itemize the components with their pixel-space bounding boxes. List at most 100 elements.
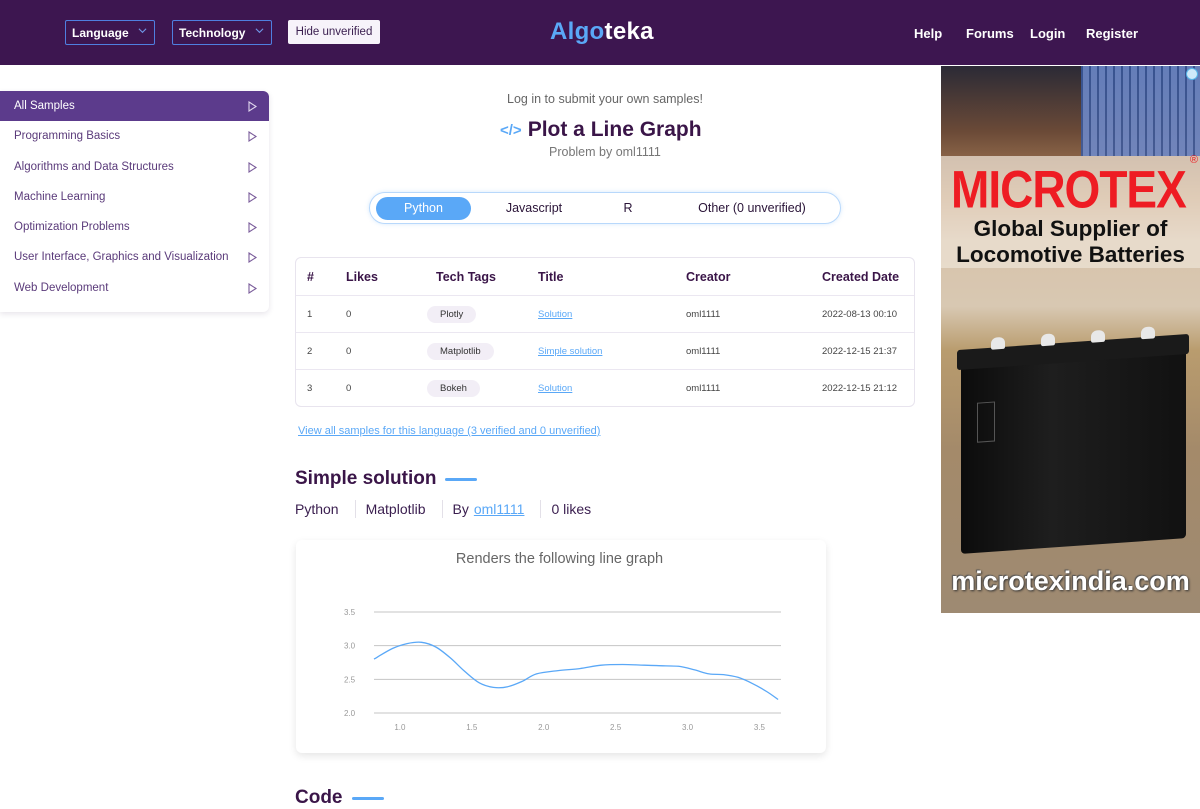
play-triangle-icon xyxy=(248,252,257,264)
x-tick-label: 1.0 xyxy=(394,723,406,732)
header-likes[interactable]: Likes xyxy=(346,258,378,296)
tech-tag[interactable]: Matplotlib xyxy=(427,343,494,360)
technology-select[interactable]: Technology xyxy=(172,20,272,45)
ad-tagline-2: Locomotive Batteries xyxy=(956,242,1185,267)
row-likes: 0 xyxy=(346,383,352,394)
tab-python[interactable]: Python xyxy=(376,197,471,220)
table-row: 2 0 Matplotlib Simple solution oml1111 2… xyxy=(296,333,914,370)
y-tick-label: 2.0 xyxy=(344,709,356,718)
code-heading-label: Code xyxy=(295,787,343,808)
x-tick-label: 3.5 xyxy=(754,723,766,732)
row-creator: oml1111 xyxy=(686,383,721,394)
solution-by-label: By xyxy=(452,501,469,517)
solution-heading: Simple solution xyxy=(295,468,478,490)
row-tags: Bokeh xyxy=(427,370,480,407)
sidebar-item-label: Machine Learning xyxy=(14,190,106,203)
solution-meta: Python Matplotlib By oml1111 0 likes xyxy=(295,500,591,518)
code-icon: </> xyxy=(500,121,522,139)
header-num: # xyxy=(307,270,314,284)
solution-language: Python xyxy=(295,501,339,517)
ad-url: microtexindia.com xyxy=(951,566,1190,596)
row-tags: Matplotlib xyxy=(427,333,494,370)
header-created-date[interactable]: Created Date xyxy=(822,258,899,296)
solution-title: Simple solution xyxy=(295,468,437,489)
meta-divider xyxy=(540,500,542,518)
tab-r[interactable]: R xyxy=(618,197,638,220)
tab-other[interactable]: Other (0 unverified) xyxy=(682,197,822,220)
battery-image xyxy=(957,326,1189,554)
row-likes: 0 xyxy=(346,309,352,320)
adchoices-icon[interactable] xyxy=(1186,68,1198,80)
tech-tag[interactable]: Plotly xyxy=(427,306,477,323)
nav-login-link[interactable]: Login xyxy=(1030,26,1065,41)
row-num: 2 xyxy=(307,346,313,357)
sidebar-item-optimization[interactable]: Optimization Problems xyxy=(0,212,269,242)
x-tick-label: 3.0 xyxy=(682,723,694,732)
nav-register-link[interactable]: Register xyxy=(1086,26,1138,41)
technology-select-label: Technology xyxy=(179,26,246,40)
problem-title-row: </> Plot a Line Graph xyxy=(500,118,702,142)
ad-brand: MICROTEX xyxy=(951,159,1187,219)
top-navbar: Language Technology Hide unverified Algo… xyxy=(0,0,1200,65)
language-select-label: Language xyxy=(72,26,129,40)
solution-author-link[interactable]: oml1111 xyxy=(474,501,525,517)
language-select[interactable]: Language xyxy=(65,20,155,45)
sidebar-item-web-development[interactable]: Web Development xyxy=(0,273,269,303)
battery-terminal xyxy=(1141,326,1155,340)
table-header-row: # Likes Tech Tags Title Creator Created … xyxy=(296,258,914,296)
battery-terminal xyxy=(991,336,1005,350)
nav-help-link[interactable]: Help xyxy=(914,26,942,41)
registered-mark: ® xyxy=(1189,154,1198,166)
battery-label xyxy=(977,401,995,443)
y-tick-label: 2.5 xyxy=(344,675,356,684)
solution-technology: Matplotlib xyxy=(365,501,426,517)
play-triangle-icon xyxy=(248,222,257,234)
code-heading: Code xyxy=(295,787,384,809)
row-creator: oml1111 xyxy=(686,309,721,320)
row-title-link[interactable]: Solution xyxy=(538,296,572,333)
row-title-link[interactable]: Solution xyxy=(538,370,572,407)
ad-tagline-1: Global Supplier of xyxy=(973,216,1168,241)
sidebar-item-ui-graphics[interactable]: User Interface, Graphics and Visualizati… xyxy=(0,242,269,272)
logo-part-teka: teka xyxy=(604,18,654,45)
sidebar-item-machine-learning[interactable]: Machine Learning xyxy=(0,182,269,212)
advertisement-banner[interactable]: MICROTEX ® Global Supplier of Locomotive… xyxy=(941,66,1200,613)
sidebar-item-programming-basics[interactable]: Programming Basics xyxy=(0,121,269,151)
y-tick-label: 3.0 xyxy=(344,642,356,651)
header-tech-tags: Tech Tags xyxy=(436,270,496,284)
series-line-line xyxy=(373,641,779,701)
sidebar-item-label: Programming Basics xyxy=(14,130,121,143)
row-num: 3 xyxy=(307,383,313,394)
meta-divider xyxy=(354,500,356,518)
row-date: 2022-08-13 00:10 xyxy=(822,309,898,320)
x-tick-label: 2.0 xyxy=(538,723,550,732)
row-likes: 0 xyxy=(346,346,352,357)
table-row: 1 0 Plotly Solution oml1111 2022-08-13 0… xyxy=(296,296,914,333)
tech-tag[interactable]: Bokeh xyxy=(427,380,480,397)
x-tick-label: 2.5 xyxy=(610,723,622,732)
problem-author: Problem by oml1111 xyxy=(549,145,661,159)
meta-divider xyxy=(441,500,443,518)
chevron-down-icon xyxy=(255,28,264,34)
play-triangle-icon xyxy=(248,161,257,173)
sidebar-item-label: User Interface, Graphics and Visualizati… xyxy=(14,251,229,264)
language-tabs: Python Javascript R Other (0 unverified) xyxy=(369,192,841,224)
hide-unverified-button[interactable]: Hide unverified xyxy=(288,20,380,44)
row-creator: oml1111 xyxy=(686,346,721,357)
ad-station-backdrop xyxy=(1081,66,1200,156)
solution-likes: 0 likes xyxy=(551,501,592,517)
sidebar-item-label: Optimization Problems xyxy=(14,221,130,234)
play-triangle-icon xyxy=(248,131,257,143)
tab-javascript[interactable]: Javascript xyxy=(494,197,574,220)
nav-forums-link[interactable]: Forums xyxy=(966,26,1014,41)
header-title: Title xyxy=(538,270,564,284)
row-title-link[interactable]: Simple solution xyxy=(538,333,602,370)
rendered-line-graph-card: Renders the following line graph 2.0 2.5 3… xyxy=(296,540,826,753)
line-chart: 2.0 2.5 3.0 3.5 1.0 1.5 2.0 2.5 3.0 3.5 xyxy=(344,608,781,732)
y-tick-label: 3.5 xyxy=(344,608,356,617)
sidebar-item-algorithms[interactable]: Algorithms and Data Structures xyxy=(0,152,269,182)
row-date: 2022-12-15 21:37 xyxy=(822,346,898,357)
view-all-samples-link[interactable]: View all samples for this language (3 ve… xyxy=(298,425,600,437)
algoteka-logo[interactable]: Algoteka xyxy=(550,18,654,46)
header-creator: Creator xyxy=(686,270,731,284)
